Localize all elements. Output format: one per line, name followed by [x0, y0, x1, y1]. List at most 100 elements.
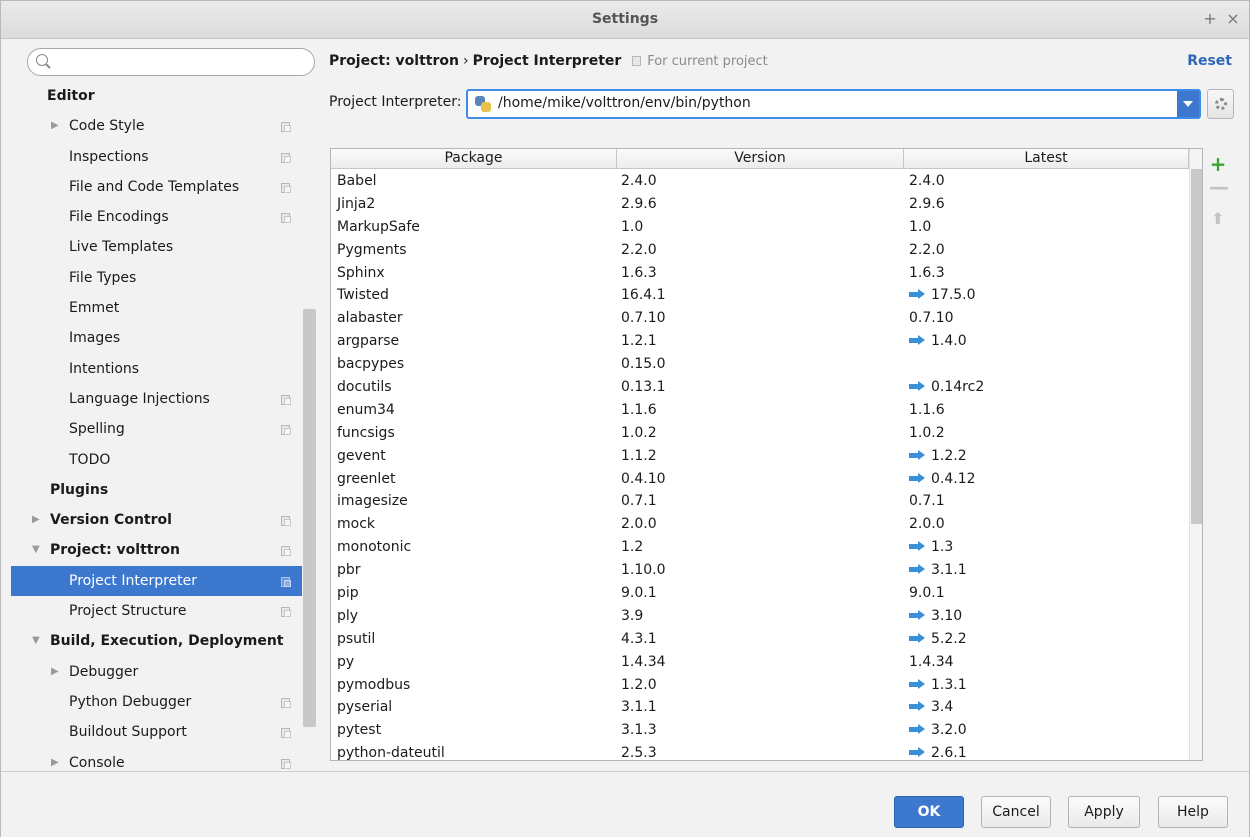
table-row[interactable]: funcsigs 1.0.2 1.0.2	[331, 422, 1189, 445]
package-name: funcsigs	[337, 424, 395, 441]
table-row[interactable]: gevent 1.1.2 1.2.2	[331, 445, 1189, 468]
table-row[interactable]: Babel 2.4.0 2.4.0	[331, 170, 1189, 193]
sidebar-item-images[interactable]: Images	[11, 323, 302, 353]
project-scope-icon	[281, 607, 291, 618]
sidebar-item-project-structure[interactable]: Project Structure	[11, 596, 302, 626]
expanded-arrow-icon[interactable]: ▼	[32, 535, 40, 565]
table-row[interactable]: pyserial 3.1.1 3.4	[331, 696, 1189, 719]
table-row[interactable]: Sphinx 1.6.3 1.6.3	[331, 262, 1189, 285]
close-window-button[interactable]: ×	[1223, 9, 1243, 28]
column-header-package[interactable]: Package	[331, 149, 617, 169]
table-row[interactable]: monotonic 1.2 1.3	[331, 536, 1189, 559]
collapsed-arrow-icon[interactable]: ▶	[32, 505, 40, 535]
sidebar-item-language-injections[interactable]: Language Injections	[11, 384, 302, 414]
latest-version-text: 1.1.6	[909, 401, 945, 418]
sidebar-item-file-encodings[interactable]: File Encodings	[11, 202, 302, 232]
sidebar-item-intentions[interactable]: Intentions	[11, 354, 302, 384]
package-version: 3.1.3	[621, 722, 657, 739]
package-version: 1.0.2	[621, 424, 657, 441]
sidebar-item-version-control[interactable]: ▶ Version Control	[11, 505, 302, 535]
apply-button[interactable]: Apply	[1068, 796, 1140, 828]
table-row[interactable]: bacpypes 0.15.0	[331, 353, 1189, 376]
latest-version-text: 17.5.0	[931, 287, 976, 304]
sidebar-item-inspections[interactable]: Inspections	[11, 142, 302, 172]
latest-version-text: 5.2.2	[931, 630, 967, 647]
sidebar-item-python-debugger[interactable]: Python Debugger	[11, 687, 302, 717]
table-row[interactable]: Jinja2 2.9.6 2.9.6	[331, 193, 1189, 216]
column-header-latest[interactable]: Latest	[904, 149, 1189, 169]
sidebar-item-emmet[interactable]: Emmet	[11, 293, 302, 323]
sidebar-item-buildout-support[interactable]: Buildout Support	[11, 717, 302, 747]
table-row[interactable]: pytest 3.1.3 3.2.0	[331, 719, 1189, 742]
sidebar-item-project-volttron[interactable]: ▼ Project: volttron	[11, 535, 302, 565]
table-row[interactable]: enum34 1.1.6 1.1.6	[331, 399, 1189, 422]
sidebar-item-editor[interactable]: Editor	[11, 81, 302, 111]
sidebar-item-console[interactable]: ▶ Console	[11, 748, 302, 771]
package-version: 1.2.0	[621, 676, 657, 693]
expanded-arrow-icon[interactable]: ▼	[32, 626, 40, 656]
table-row[interactable]: ply 3.9 3.10	[331, 605, 1189, 628]
cancel-button[interactable]: Cancel	[981, 796, 1051, 828]
table-header: Package Version Latest	[331, 149, 1189, 169]
pin-window-button[interactable]: +	[1200, 9, 1220, 28]
sidebar-item-debugger[interactable]: ▶ Debugger	[11, 657, 302, 687]
package-name: pbr	[337, 562, 361, 579]
package-version: 1.0	[621, 218, 644, 235]
collapsed-arrow-icon[interactable]: ▶	[51, 748, 59, 771]
table-row[interactable]: pymodbus 1.2.0 1.3.1	[331, 674, 1189, 697]
sidebar-item-live-templates[interactable]: Live Templates	[11, 232, 302, 262]
table-row[interactable]: alabaster 0.7.10 0.7.10	[331, 307, 1189, 330]
table-row[interactable]: pip 9.0.1 9.0.1	[331, 582, 1189, 605]
sidebar-item-build-execution-deployment[interactable]: ▼ Build, Execution, Deployment	[11, 626, 302, 656]
ok-button[interactable]: OK	[894, 796, 964, 828]
table-row[interactable]: py 1.4.34 1.4.34	[331, 651, 1189, 674]
sidebar-item-file-types[interactable]: File Types	[11, 263, 302, 293]
latest-version-text: 2.4.0	[909, 173, 945, 189]
table-row[interactable]: python-dateutil 2.5.3 2.6.1	[331, 742, 1189, 760]
sidebar-item-spelling[interactable]: Spelling	[11, 414, 302, 444]
table-row[interactable]: pbr 1.10.0 3.1.1	[331, 559, 1189, 582]
search-icon	[36, 54, 48, 66]
package-version: 0.7.10	[621, 310, 666, 327]
upgrade-arrow-icon	[909, 472, 925, 483]
collapsed-arrow-icon[interactable]: ▶	[51, 111, 59, 141]
remove-package-button[interactable]: —	[1209, 177, 1229, 197]
package-name: Jinja2	[337, 195, 376, 212]
table-scrollbar-thumb[interactable]	[1191, 169, 1202, 524]
package-version: 2.2.0	[621, 241, 657, 258]
column-header-version[interactable]: Version	[617, 149, 904, 169]
sidebar-item-project-interpreter[interactable]: Project Interpreter	[11, 565, 302, 597]
upgrade-arrow-icon	[909, 678, 925, 689]
title-bar: Settings + ×	[1, 1, 1249, 39]
table-row[interactable]: greenlet 0.4.10 0.4.12	[331, 468, 1189, 491]
package-name: imagesize	[337, 493, 408, 510]
table-row[interactable]: docutils 0.13.1 0.14rc2	[331, 376, 1189, 399]
table-row[interactable]: Twisted 16.4.1 17.5.0	[331, 284, 1189, 307]
reset-link[interactable]: Reset	[1187, 53, 1232, 69]
upgrade-package-button[interactable]: ⬆	[1209, 210, 1227, 228]
package-version: 3.9	[621, 607, 644, 624]
settings-search[interactable]	[27, 48, 315, 76]
add-package-button[interactable]: +	[1209, 154, 1227, 174]
sidebar-scrollbar[interactable]	[303, 309, 316, 727]
table-row[interactable]: mock 2.0.0 2.0.0	[331, 513, 1189, 536]
upgrade-arrow-icon	[909, 747, 925, 758]
chevron-down-icon[interactable]	[1177, 91, 1199, 117]
table-row[interactable]: argparse 1.2.1 1.4.0	[331, 330, 1189, 353]
table-row[interactable]: Pygments 2.2.0 2.2.0	[331, 239, 1189, 262]
upgrade-arrow-icon	[909, 381, 925, 392]
table-row[interactable]: psutil 4.3.1 5.2.2	[331, 628, 1189, 651]
dialog-footer: OK Cancel Apply Help	[1, 771, 1249, 837]
table-row[interactable]: imagesize 0.7.1 0.7.1	[331, 490, 1189, 513]
settings-search-input[interactable]	[56, 52, 306, 72]
interpreter-settings-button[interactable]	[1207, 89, 1234, 119]
sidebar-item-file-and-code-templates[interactable]: File and Code Templates	[11, 172, 302, 202]
collapsed-arrow-icon[interactable]: ▶	[51, 657, 59, 687]
sidebar-item-plugins[interactable]: Plugins	[11, 475, 302, 505]
table-row[interactable]: MarkupSafe 1.0 1.0	[331, 216, 1189, 239]
interpreter-select[interactable]: /home/mike/volttron/env/bin/python	[466, 89, 1201, 119]
sidebar-item-code-style[interactable]: ▶ Code Style	[11, 111, 302, 141]
help-button[interactable]: Help	[1158, 796, 1228, 828]
table-scrollbar[interactable]	[1189, 149, 1202, 760]
sidebar-item-todo[interactable]: TODO	[11, 445, 302, 475]
